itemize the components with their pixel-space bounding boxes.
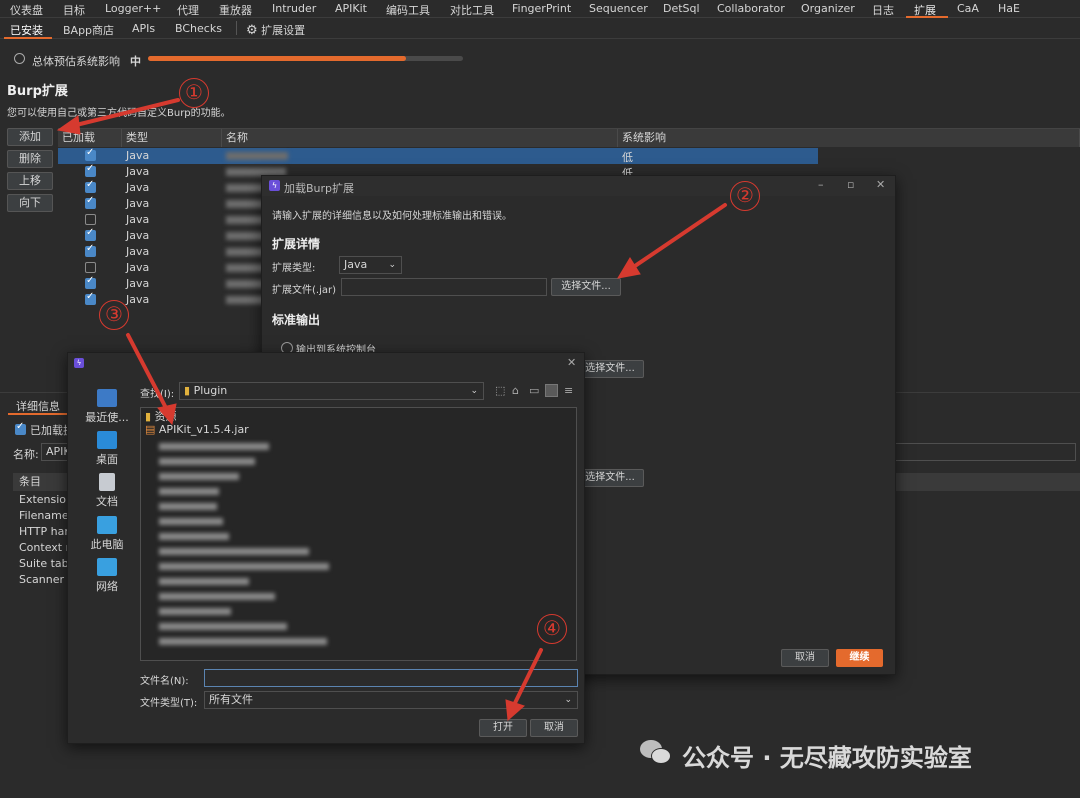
arrowhead-1 — [56, 115, 81, 135]
annotation-arrows — [56, 98, 727, 722]
watermark-text: 公众号 · 无尽藏攻防实验室 — [682, 744, 972, 772]
annotation-1: ① — [179, 78, 209, 108]
arrow-4 — [512, 648, 543, 707]
annotation-3: ③ — [99, 300, 129, 330]
wechat-logo-icon — [640, 738, 674, 768]
arrowhead-2 — [617, 257, 641, 279]
arrow-2 — [630, 203, 727, 270]
annotation-2: ② — [730, 181, 760, 211]
arrowhead-3 — [157, 403, 177, 426]
annotation-4: ④ — [537, 614, 567, 644]
arrowhead-4 — [505, 699, 525, 722]
arrow-1 — [70, 98, 180, 128]
arrow-3 — [126, 333, 168, 410]
